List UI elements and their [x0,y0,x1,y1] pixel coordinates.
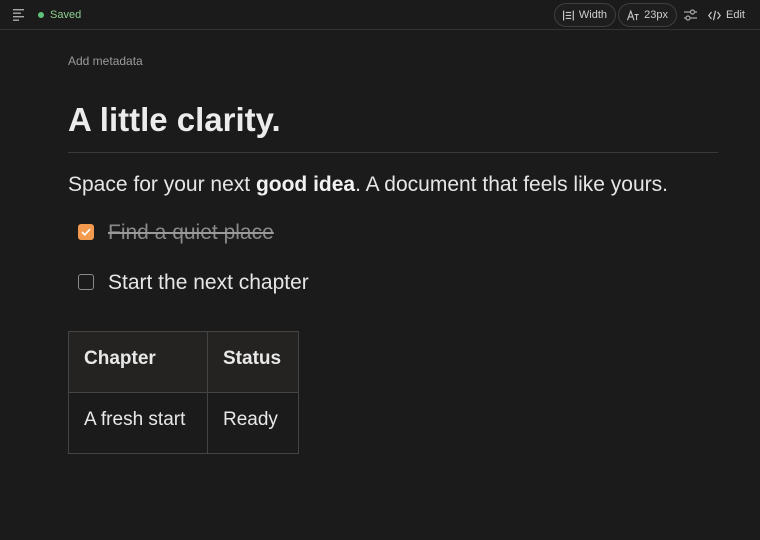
table-cell[interactable]: A fresh start [68,392,208,454]
font-size-icon [627,9,639,20]
width-icon [563,10,574,20]
table-header-cell[interactable]: Status [207,331,299,393]
menu-icon[interactable] [13,9,27,21]
save-status: Saved [38,8,81,22]
edit-button-label: Edit [726,9,745,21]
document-title[interactable]: A little clarity. [68,100,281,140]
sliders-icon[interactable] [684,9,697,21]
table-header-row: Chapter Status [68,331,299,393]
task-item: Start the next chapter [78,266,309,298]
status-dot [38,12,44,18]
paragraph-bold-text: good idea [255,173,356,196]
task-label[interactable]: Find a quiet place [108,218,274,248]
task-checkbox-checked[interactable] [78,224,94,240]
save-status-label: Saved [50,9,82,21]
task-item: Find a quiet place [78,216,274,248]
chapter-table: Chapter Status A fresh start Ready [68,331,299,454]
table-header-cell[interactable]: Chapter [68,331,208,393]
title-divider [68,152,718,153]
code-icon [708,10,721,20]
width-button[interactable]: Width [554,3,616,27]
table-cell[interactable]: Ready [207,392,299,454]
task-checkbox-unchecked[interactable] [78,274,94,290]
task-label[interactable]: Start the next chapter [108,268,309,298]
paragraph-text-after: . A document that feels like yours. [355,173,668,196]
top-toolbar: Saved Width 23px Edit [0,0,760,30]
font-size-button-label: 23px [644,9,668,21]
font-size-button[interactable]: 23px [618,3,677,27]
table-row: A fresh start Ready [68,392,299,454]
width-button-label: Width [578,9,607,21]
add-metadata-link[interactable]: Add metadata [68,54,143,68]
paragraph-text-before: Space for your next [68,173,256,196]
edit-button[interactable]: Edit [708,8,745,22]
body-paragraph[interactable]: Space for your next good idea. A documen… [68,171,668,199]
check-icon [81,228,91,236]
